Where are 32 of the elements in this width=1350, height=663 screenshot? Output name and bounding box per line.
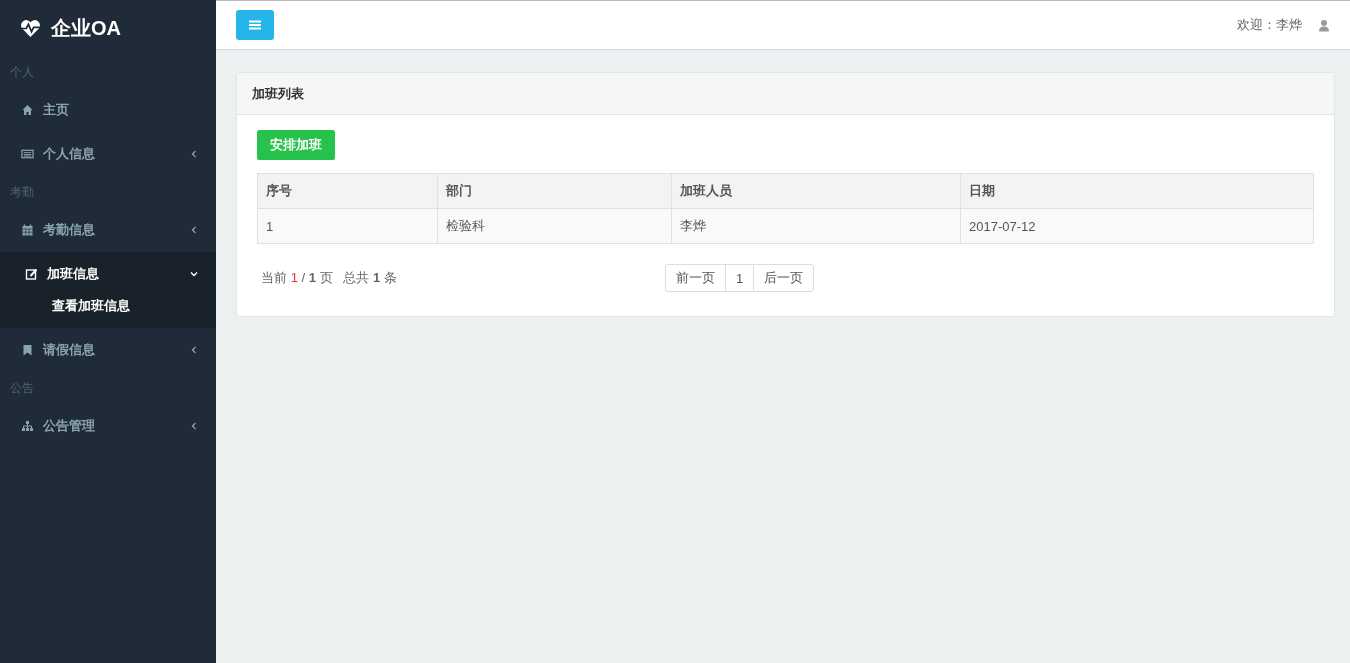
pagination-button[interactable]: 1 xyxy=(725,264,755,292)
user-icon[interactable] xyxy=(1318,18,1330,32)
column-header: 部门 xyxy=(437,173,672,209)
sidebar-item[interactable]: 考勤信息 xyxy=(0,208,216,252)
app-title: 企业OA xyxy=(51,15,121,41)
table-cell: 2017-07-12 xyxy=(960,208,1314,244)
menu-button[interactable] xyxy=(236,10,274,40)
home-icon xyxy=(21,104,34,116)
calendar-icon xyxy=(21,224,34,236)
table-cell: 1 xyxy=(257,208,438,244)
column-header: 加班人员 xyxy=(671,173,961,209)
bookmark-icon xyxy=(21,344,34,356)
pagination-button[interactable]: 后一页 xyxy=(753,264,815,292)
sidebar-item[interactable]: 加班信息 xyxy=(0,252,216,296)
column-header: 日期 xyxy=(960,173,1314,209)
table-cell: 李烨 xyxy=(671,208,961,244)
pagination-info: 当前 1 / 1 页 总共 1 条 xyxy=(261,269,398,287)
sidebar-item[interactable]: 主页 xyxy=(0,88,216,132)
sitemap-icon xyxy=(21,420,34,432)
panel-title: 加班列表 xyxy=(252,84,304,103)
pagination-button[interactable]: 前一页 xyxy=(665,264,726,292)
sidebar-item[interactable]: 请假信息 xyxy=(0,328,216,372)
welcome-text: 欢迎：李烨 xyxy=(1237,16,1302,34)
heartbeat-icon xyxy=(20,18,41,38)
sidebar-item[interactable]: 个人信息 xyxy=(0,132,216,176)
id-card-icon xyxy=(21,148,34,160)
column-header: 序号 xyxy=(257,173,438,209)
table-cell: 检验科 xyxy=(437,208,672,244)
menu-icon xyxy=(249,20,261,30)
sidebar-item[interactable]: 公告管理 xyxy=(0,404,216,448)
sidebar-subitem[interactable]: 查看加班信息 xyxy=(0,296,216,316)
edit-icon xyxy=(25,268,38,280)
